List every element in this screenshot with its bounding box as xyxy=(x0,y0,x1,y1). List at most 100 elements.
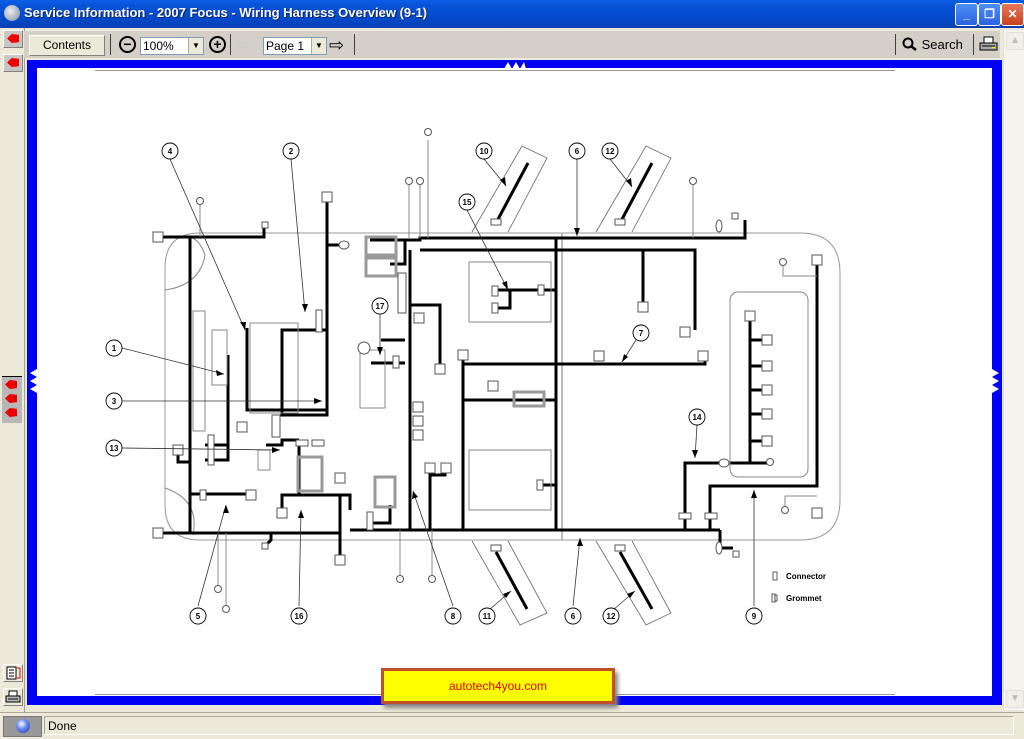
callout-label: 12 xyxy=(607,612,616,621)
minimize-button[interactable]: _ xyxy=(955,3,978,26)
right-resize-notch[interactable] xyxy=(992,369,1002,393)
callout-label: 15 xyxy=(463,198,472,207)
callout-17: 17 xyxy=(371,297,389,315)
search-icon xyxy=(902,37,917,51)
red-arrow-icon xyxy=(5,380,17,389)
chevron-down-icon[interactable]: ▼ xyxy=(188,38,203,54)
search-button[interactable]: Search xyxy=(902,36,963,53)
callout-9: 9 xyxy=(745,607,763,625)
callout-15: 15 xyxy=(458,193,476,211)
page-select[interactable]: Page 1 ▼ xyxy=(263,37,327,55)
callout-14: 14 xyxy=(688,408,706,426)
leader-arrowheads xyxy=(216,177,757,598)
callout-1: 1 xyxy=(105,339,123,357)
toolbar-separator xyxy=(895,34,896,55)
callout-label: 11 xyxy=(483,612,492,621)
chevron-down-icon[interactable]: ▼ xyxy=(311,38,326,54)
callout-11: 11 xyxy=(478,607,496,625)
callout-2: 2 xyxy=(282,142,300,160)
forward-arrow-icon[interactable]: ⇨ xyxy=(329,36,344,54)
nav-button-2[interactable] xyxy=(3,54,23,72)
watermark-banner: autotech4you.com xyxy=(381,668,615,704)
connector-symbol xyxy=(772,571,778,581)
callout-label: 17 xyxy=(376,302,385,311)
component-outlines xyxy=(192,235,809,511)
toolbar-separator xyxy=(973,34,974,55)
grommet-symbol xyxy=(771,593,776,603)
callout-7: 7 xyxy=(632,324,650,342)
back-arrow-icon[interactable]: ⇦ xyxy=(237,36,252,54)
callout-label: 13 xyxy=(110,444,119,453)
toolbar-separator xyxy=(110,34,111,55)
app-icon xyxy=(4,5,20,21)
document-viewport: 1 2 3 4 5 6 6 7 8 9 10 11 12 12 13 14 15 16 17 Connector G… xyxy=(27,60,1002,705)
callout-label: 14 xyxy=(693,413,702,422)
red-arrow-icon xyxy=(7,34,19,43)
left-resize-notch[interactable] xyxy=(27,369,37,393)
print-button[interactable] xyxy=(978,35,998,58)
callout-label: 10 xyxy=(480,147,489,156)
zoom-out-icon[interactable]: − xyxy=(119,36,136,53)
callout-12: 12 xyxy=(601,142,619,160)
window-title: Service Information - 2007 Focus - Wirin… xyxy=(24,5,428,20)
document-icon xyxy=(6,666,21,680)
toolbar-separator xyxy=(354,34,355,55)
callout-label: 5 xyxy=(196,612,201,621)
callout-label: 7 xyxy=(639,329,644,338)
connector-ends xyxy=(152,191,823,566)
red-arrow-icon xyxy=(5,408,17,417)
callout-12: 12 xyxy=(602,607,620,625)
callout-13: 13 xyxy=(105,439,123,457)
red-arrow-icon xyxy=(7,58,19,67)
status-text: Done xyxy=(44,716,1014,735)
legend: Connector Grommet xyxy=(771,571,826,603)
callout-label: 8 xyxy=(451,612,456,621)
nav-button-1[interactable] xyxy=(3,30,23,48)
contents-button[interactable]: Contents xyxy=(29,35,105,56)
callout-6: 6 xyxy=(564,607,582,625)
search-label: Search xyxy=(921,37,963,52)
scroll-up-button[interactable]: ▲ xyxy=(1006,32,1024,50)
callout-label: 1 xyxy=(112,344,117,353)
document-page: 1 2 3 4 5 6 6 7 8 9 10 11 12 12 13 14 15 16 17 Connector G… xyxy=(37,68,992,704)
callout-3: 3 xyxy=(105,392,123,410)
callout-10: 10 xyxy=(475,142,493,160)
callout-label: 16 xyxy=(295,612,304,621)
close-button[interactable]: ✕ xyxy=(1001,3,1024,26)
vertical-scrollbar[interactable]: ▲ ▼ xyxy=(1003,30,1024,710)
scroll-down-button[interactable]: ▼ xyxy=(1006,690,1024,708)
wiring-harness-diagram: 123456678 9101112121314151617 Connector G… xyxy=(105,128,841,626)
callout-label: 2 xyxy=(289,147,294,156)
title-bar: Service Information - 2007 Focus - Wirin… xyxy=(0,0,1024,28)
callout-label: 12 xyxy=(606,147,615,156)
callout-8: 8 xyxy=(444,607,462,625)
ground-leads xyxy=(199,140,817,605)
callout-label: 3 xyxy=(112,397,117,406)
toolbar: Contents − 100% ▼ + ⇦ Page 1 ▼ ⇨ Search xyxy=(24,31,1000,58)
status-bar: Done xyxy=(0,712,1024,739)
document-button[interactable] xyxy=(3,664,23,682)
callout-label: 4 xyxy=(168,147,173,156)
page-value: Page 1 xyxy=(266,39,305,53)
callout-16: 16 xyxy=(290,607,308,625)
toolbar-separator xyxy=(230,34,231,55)
zoom-select[interactable]: 100% ▼ xyxy=(140,37,204,55)
globe-icon xyxy=(16,719,30,733)
callout-label: 6 xyxy=(575,147,580,156)
restore-button[interactable]: ❐ xyxy=(978,3,1001,26)
callout-label: 6 xyxy=(571,612,576,621)
red-arrow-icon xyxy=(5,394,17,403)
door-outline-front-left xyxy=(471,145,672,626)
nav-button-5[interactable] xyxy=(2,405,20,421)
callout-label: 9 xyxy=(752,612,757,621)
zoom-value: 100% xyxy=(143,39,174,53)
printer-icon xyxy=(979,36,998,51)
printer-icon xyxy=(5,690,21,703)
callout-4: 4 xyxy=(161,142,179,160)
zoom-in-icon[interactable]: + xyxy=(209,36,226,53)
door-harness xyxy=(494,162,654,610)
main-harness xyxy=(163,197,819,560)
print-button-left[interactable] xyxy=(3,688,23,706)
left-toolbar xyxy=(0,28,25,712)
legend-grommet-label: Grommet xyxy=(786,594,822,603)
